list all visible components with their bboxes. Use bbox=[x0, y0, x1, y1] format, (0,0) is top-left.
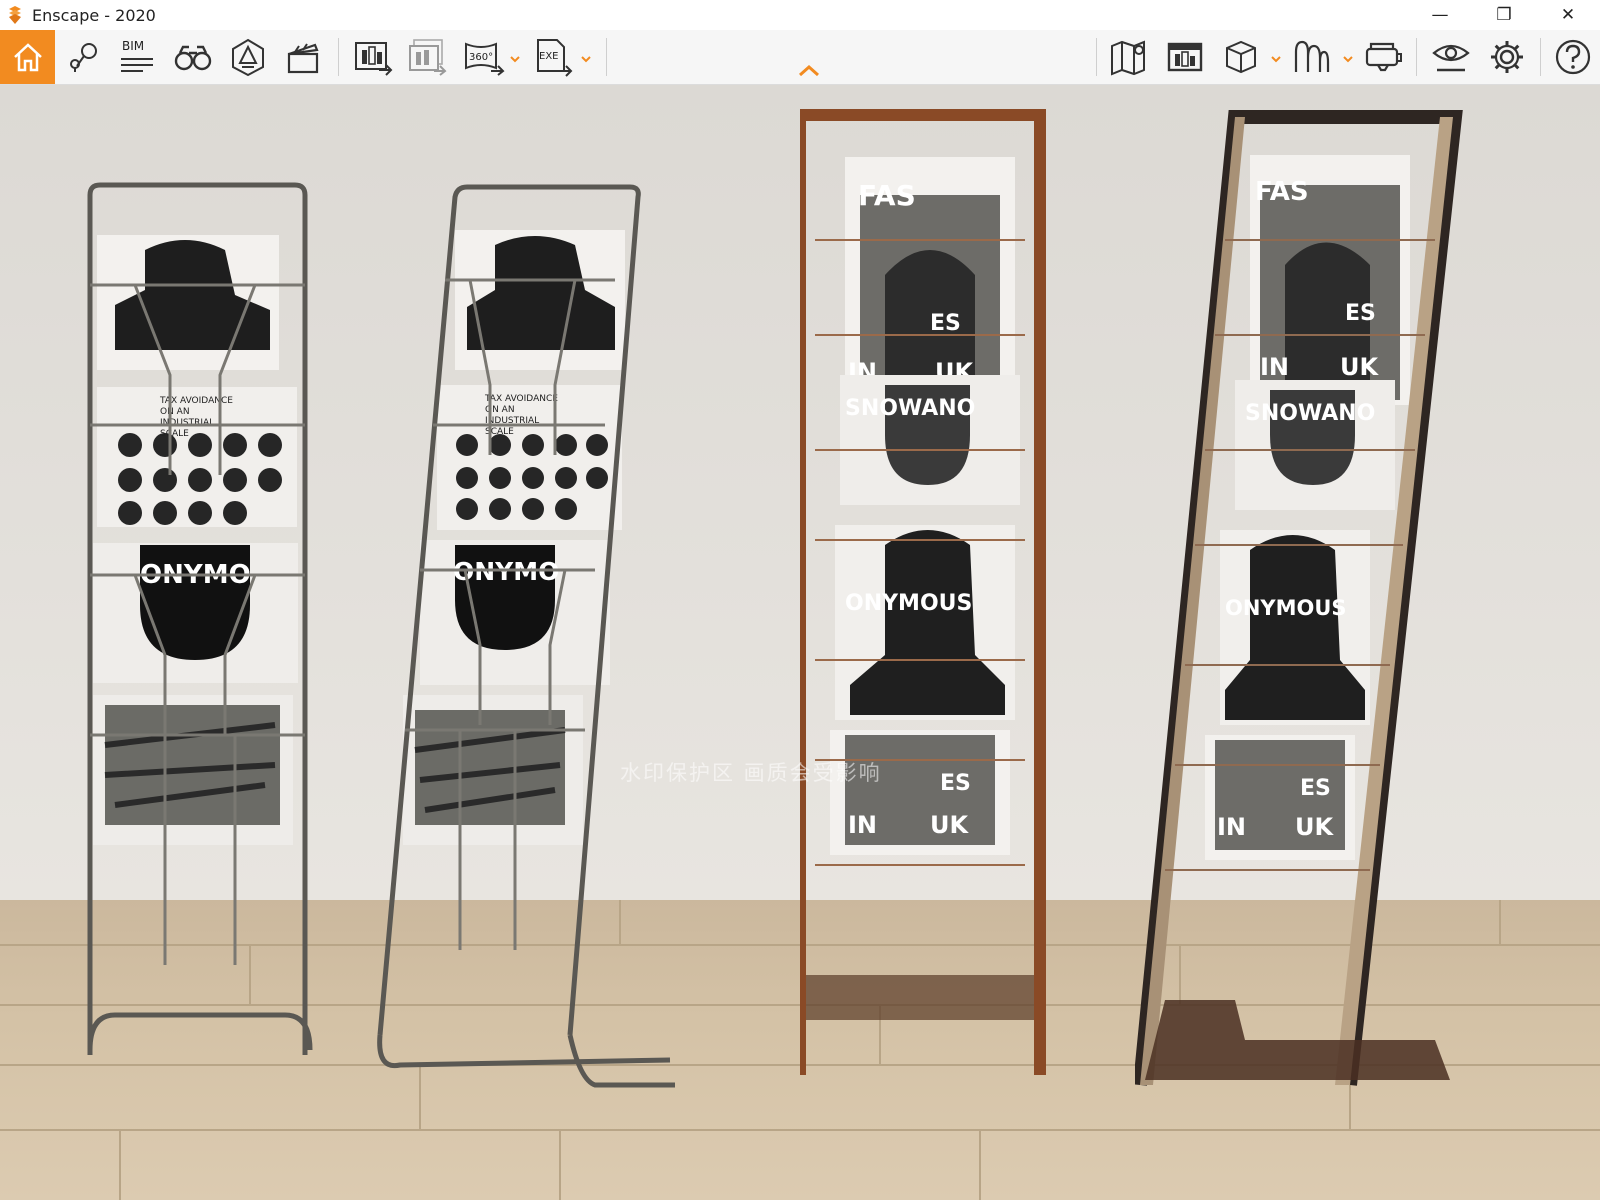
batch-render-icon bbox=[409, 39, 447, 76]
svg-text:FAS: FAS bbox=[858, 179, 916, 212]
svg-text:IN: IN bbox=[1217, 813, 1246, 841]
asset-library-button[interactable] bbox=[1162, 35, 1208, 79]
svg-text:IN: IN bbox=[1260, 353, 1289, 381]
export-dropdown-icon[interactable] bbox=[580, 50, 592, 63]
view-mode-cube-icon bbox=[1226, 40, 1256, 74]
svg-text:TAX AVOIDANCE: TAX AVOIDANCE bbox=[484, 394, 558, 404]
bim-info-button[interactable]: BIM bbox=[114, 35, 160, 79]
svg-text:IN: IN bbox=[848, 811, 877, 839]
visual-settings-icon bbox=[1432, 44, 1470, 72]
atmosphere-icon bbox=[232, 38, 264, 77]
svg-text:UK: UK bbox=[930, 811, 969, 839]
collapse-toolbar-button[interactable] bbox=[797, 62, 821, 80]
binoculars-icon bbox=[174, 45, 212, 71]
enscape-logo-icon bbox=[2, 0, 28, 30]
svg-text:ES: ES bbox=[930, 311, 961, 336]
watermark-text: 水印保护区 画质会受影响 bbox=[620, 761, 882, 785]
view-mode-dropdown-icon[interactable] bbox=[1270, 50, 1282, 63]
panorama-360-button[interactable]: 360° bbox=[461, 35, 507, 79]
material-editor-button[interactable] bbox=[1288, 35, 1334, 79]
export-exe-button[interactable]: EXE bbox=[530, 35, 576, 79]
render-viewport[interactable]: TAX AVOIDANCE ON AN INDUSTRIAL SCALE ONY… bbox=[0, 85, 1600, 1200]
panorama-360-icon: 360° bbox=[465, 42, 505, 76]
svg-text:BIM: BIM bbox=[122, 39, 144, 53]
svg-text:FAS: FAS bbox=[1255, 177, 1309, 207]
svg-text:SNOWANO: SNOWANO bbox=[1245, 401, 1375, 426]
export-exe-icon: EXE bbox=[537, 39, 573, 77]
vr-headset-icon bbox=[1365, 42, 1402, 72]
svg-text:SNOWANO: SNOWANO bbox=[845, 396, 975, 421]
binoculars-button[interactable] bbox=[170, 35, 216, 79]
svg-text:UK: UK bbox=[1295, 813, 1334, 841]
minimap-button[interactable] bbox=[1106, 35, 1152, 79]
svg-text:EXE: EXE bbox=[539, 51, 559, 62]
general-settings-button[interactable] bbox=[1484, 35, 1530, 79]
chrome-magazine-rack-2: TAX AVOIDANCE ON AN INDUSTRIAL SCALE ONY… bbox=[377, 184, 675, 1088]
svg-text:UK: UK bbox=[1340, 353, 1379, 381]
minimap-icon bbox=[1111, 40, 1145, 76]
visual-settings-button[interactable] bbox=[1428, 35, 1474, 79]
bim-info-icon: BIM bbox=[121, 39, 153, 72]
material-editor-icon bbox=[1294, 40, 1330, 72]
video-editor-button[interactable] bbox=[280, 35, 326, 79]
asset-library-icon bbox=[1167, 42, 1203, 72]
svg-text:ES: ES bbox=[1345, 301, 1376, 326]
wooden-magazine-rack-2: FAS ES IN UK SNOWANO ONYMOUS IN UK ES bbox=[1135, 110, 1463, 1086]
svg-text:ONYMOUS: ONYMOUS bbox=[845, 591, 972, 616]
vr-headset-button[interactable] bbox=[1360, 35, 1406, 79]
panorama-dropdown-icon[interactable] bbox=[509, 50, 521, 63]
render-screenshot-icon bbox=[355, 42, 393, 76]
help-icon bbox=[1555, 39, 1591, 75]
title-bar: Enscape - 2020 — ❐ ✕ bbox=[0, 0, 1600, 30]
close-button[interactable]: ✕ bbox=[1536, 0, 1600, 30]
help-button[interactable] bbox=[1550, 35, 1596, 79]
render-screenshot-button[interactable] bbox=[350, 35, 396, 79]
batch-render-button[interactable] bbox=[404, 35, 450, 79]
minimize-button[interactable]: — bbox=[1408, 0, 1472, 30]
home-button[interactable] bbox=[0, 30, 55, 84]
svg-text:ES: ES bbox=[940, 771, 971, 796]
svg-text:SCALE: SCALE bbox=[160, 429, 189, 439]
restore-button[interactable]: ❐ bbox=[1472, 0, 1536, 30]
svg-text:360°: 360° bbox=[469, 52, 493, 63]
wooden-magazine-rack-1: FAS ES IN UK SNOWANO ONYMOUS IN UK ES bbox=[800, 109, 1046, 1075]
location-pins-icon bbox=[70, 43, 97, 72]
material-dropdown-icon[interactable] bbox=[1342, 50, 1354, 63]
svg-text:ONYMOUS: ONYMOUS bbox=[1225, 596, 1347, 620]
video-editor-icon bbox=[287, 43, 319, 74]
chevron-up-icon bbox=[799, 64, 819, 77]
chrome-magazine-rack-1: TAX AVOIDANCE ON AN INDUSTRIAL SCALE ONY… bbox=[87, 182, 313, 1055]
view-mode-button[interactable] bbox=[1218, 35, 1264, 79]
general-settings-icon bbox=[1491, 41, 1523, 73]
svg-text:ES: ES bbox=[1300, 776, 1331, 801]
window-title: Enscape - 2020 bbox=[32, 5, 156, 25]
home-icon bbox=[13, 43, 42, 72]
location-pins-button[interactable] bbox=[60, 35, 106, 79]
svg-text:ON AN: ON AN bbox=[160, 407, 190, 417]
atmosphere-button[interactable] bbox=[225, 35, 271, 79]
